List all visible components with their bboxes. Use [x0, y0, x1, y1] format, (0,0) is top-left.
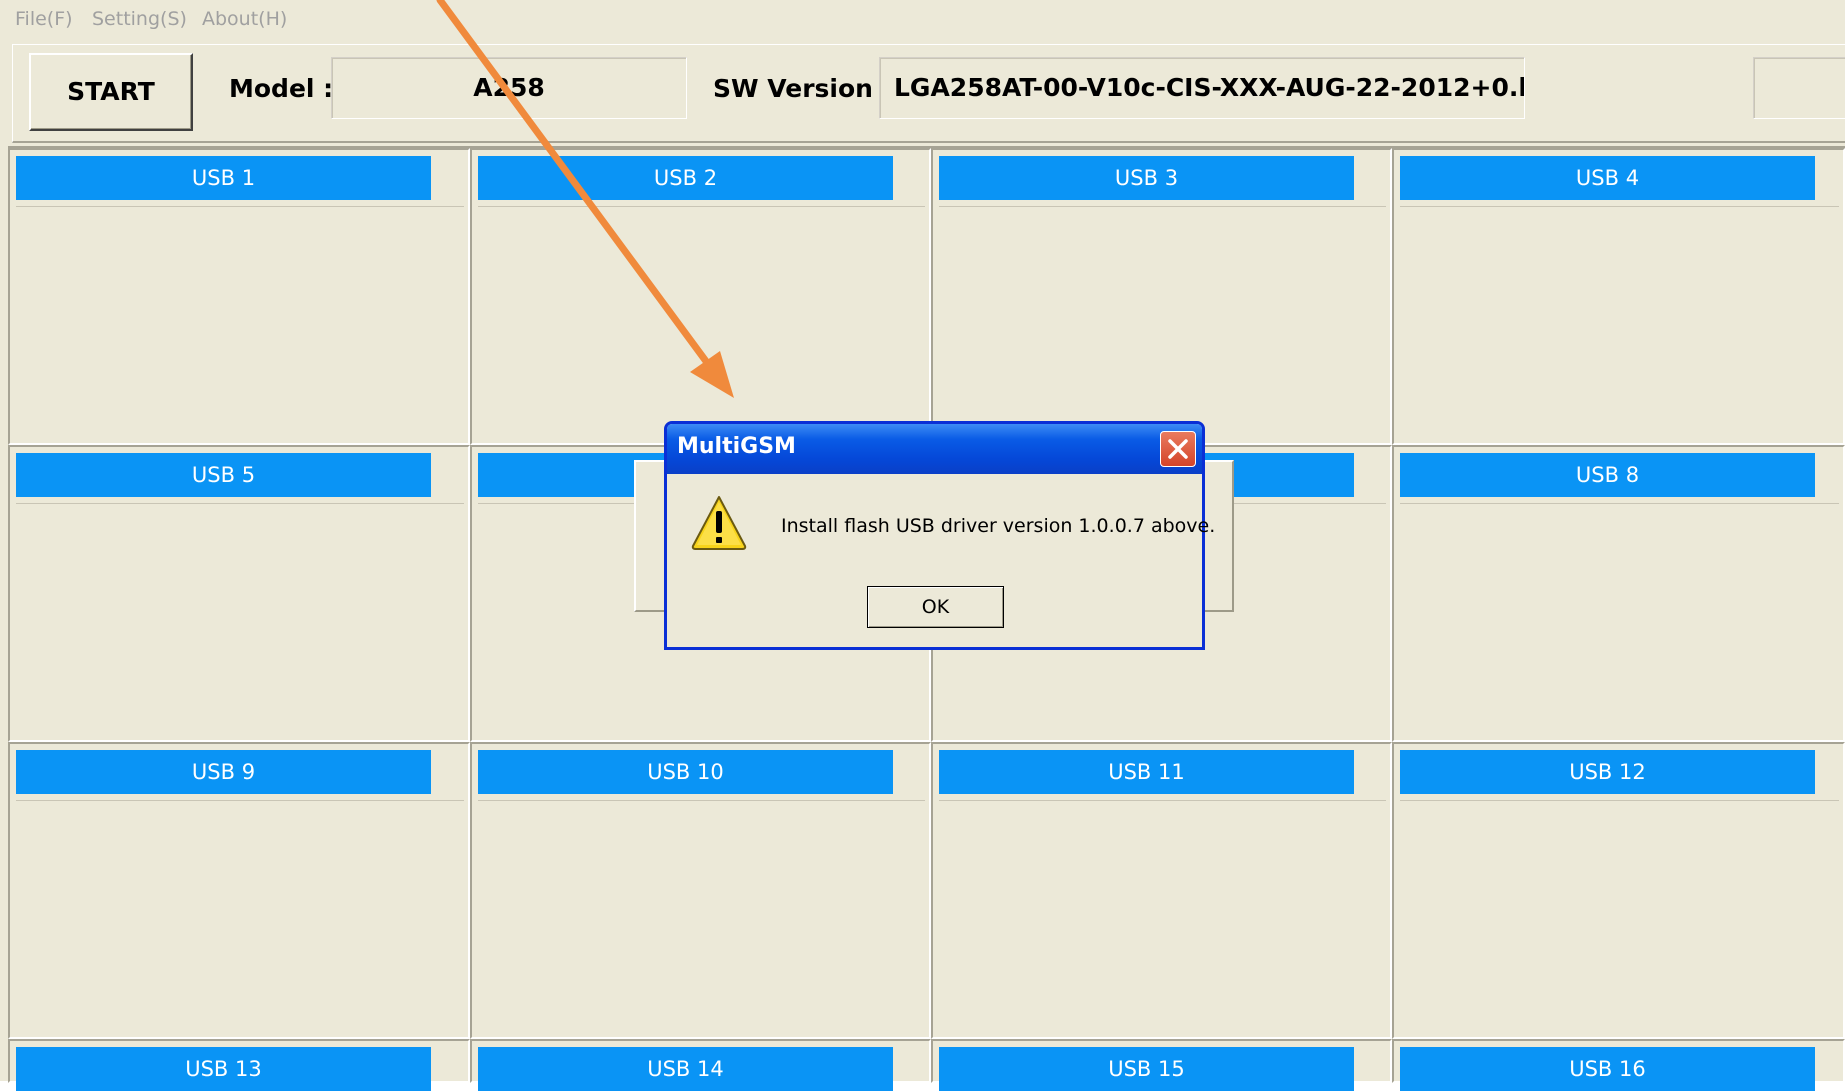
- usb-port-panel: USB 2: [470, 148, 931, 445]
- usb-port-panel: USB 3: [931, 148, 1392, 445]
- usb-port-header: USB 5: [16, 453, 431, 497]
- usb-port-header: USB 12: [1400, 750, 1815, 794]
- usb-port-panel: USB 15: [931, 1039, 1392, 1091]
- usb-port-header: USB 16: [1400, 1047, 1815, 1091]
- usb-port-status-area: [1400, 800, 1839, 1031]
- usb-port-header: USB 9: [16, 750, 431, 794]
- usb-port-header: USB 8: [1400, 453, 1815, 497]
- dialog-title: MultiGSM: [677, 434, 796, 459]
- usb-port-status-area: [478, 206, 925, 437]
- usb-port-status-area: [16, 503, 464, 734]
- usb-port-header: USB 13: [16, 1047, 431, 1091]
- app-window: File(F) Setting(S) About(H) START Model …: [0, 0, 1845, 1091]
- model-field[interactable]: A258: [331, 57, 687, 119]
- usb-port-panel: USB 9: [8, 742, 470, 1039]
- ok-button[interactable]: OK: [867, 586, 1004, 628]
- usb-port-panel: USB 13: [8, 1039, 470, 1091]
- usb-port-panel: USB 5: [8, 445, 470, 742]
- usb-port-header: USB 11: [939, 750, 1354, 794]
- menu-bar: File(F) Setting(S) About(H): [0, 0, 1845, 38]
- close-button[interactable]: [1160, 431, 1196, 467]
- menu-about[interactable]: About(H): [202, 8, 287, 30]
- usb-port-panel: USB 10: [470, 742, 931, 1039]
- dialog-title-bar[interactable]: MultiGSM: [667, 424, 1202, 474]
- usb-port-status-area: [478, 800, 925, 1031]
- usb-port-header: USB 10: [478, 750, 893, 794]
- sw-version-field[interactable]: LGA258AT-00-V10c-CIS-XXX-AUG-22-2012+0.b…: [879, 57, 1525, 119]
- usb-port-panel: USB 8: [1392, 445, 1845, 742]
- start-button[interactable]: START: [29, 53, 193, 131]
- close-icon: [1168, 439, 1188, 459]
- usb-port-panel: USB 1: [8, 148, 470, 445]
- usb-port-header: USB 14: [478, 1047, 893, 1091]
- menu-setting[interactable]: Setting(S): [92, 8, 187, 30]
- usb-port-status-area: [1400, 503, 1839, 734]
- warning-icon: [691, 496, 747, 550]
- message-box-dialog: MultiGSM Install flash USB driver versio…: [664, 421, 1215, 650]
- usb-port-header: USB 4: [1400, 156, 1815, 200]
- toolbar: START Model : A258 SW Version : LGA258AT…: [12, 44, 1845, 143]
- menu-file[interactable]: File(F): [15, 8, 73, 30]
- usb-port-panel: USB 14: [470, 1039, 931, 1091]
- model-label: Model :: [229, 74, 334, 103]
- usb-port-header: USB 2: [478, 156, 893, 200]
- usb-port-status-area: [939, 206, 1386, 437]
- usb-port-panel: USB 4: [1392, 148, 1845, 445]
- usb-port-panel: USB 11: [931, 742, 1392, 1039]
- dialog-message: Install flash USB driver version 1.0.0.7…: [781, 515, 1216, 537]
- extra-field[interactable]: [1753, 57, 1845, 119]
- usb-port-status-area: [1400, 206, 1839, 437]
- usb-port-panel: USB 16: [1392, 1039, 1845, 1091]
- usb-port-status-area: [16, 206, 464, 437]
- usb-port-status-area: [939, 800, 1386, 1031]
- usb-port-header: USB 1: [16, 156, 431, 200]
- sw-version-label: SW Version :: [713, 74, 892, 103]
- usb-port-header: USB 15: [939, 1047, 1354, 1091]
- usb-port-header: USB 3: [939, 156, 1354, 200]
- usb-port-panel: USB 12: [1392, 742, 1845, 1039]
- usb-port-status-area: [16, 800, 464, 1031]
